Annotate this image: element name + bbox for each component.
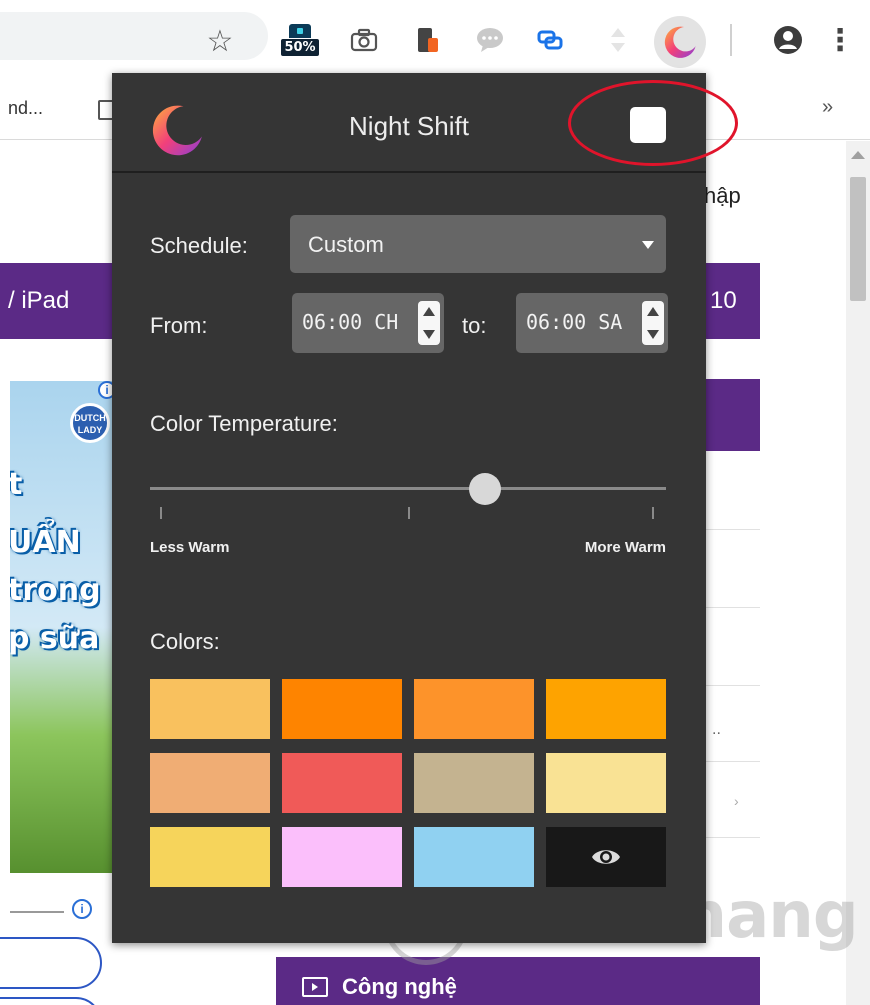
link-boxes-icon (537, 30, 563, 50)
color-swatch-grid (150, 679, 668, 887)
bookmarks-overflow-icon[interactable]: » (822, 96, 833, 119)
login-text[interactable]: hập (704, 183, 741, 209)
kebab-menu-icon: ⋮ (825, 22, 855, 58)
ad-text-line: UẨN (10, 525, 81, 560)
night-shift-popup: Night Shift Schedule: Custom From: 06:00… (112, 73, 706, 943)
night-shift-extension-button[interactable] (654, 16, 706, 68)
advertisement-banner[interactable]: i DUTCH LADY t UẨN trong p sữa (10, 381, 112, 873)
color-swatch[interactable] (150, 753, 270, 813)
category-banner-left-label: / iPad (8, 287, 70, 314)
disabled-extension-button[interactable] (598, 20, 638, 60)
outline-pill-button[interactable] (0, 937, 102, 989)
more-warm-label: More Warm (584, 539, 666, 556)
chat-bubble-icon (477, 28, 503, 52)
bookmark-star-icon[interactable]: ☆ (200, 22, 240, 62)
chat-extension-button[interactable] (470, 20, 510, 60)
truncated-text: .. (712, 721, 721, 738)
from-time-input[interactable]: 06:00 CH (292, 293, 444, 353)
eye-icon (592, 850, 620, 864)
highlight-annotation-ring (568, 80, 738, 166)
to-label: to: (462, 313, 487, 338)
spin-down-icon[interactable] (647, 330, 659, 339)
outline-pill-button[interactable] (0, 997, 102, 1005)
category-banner-right[interactable]: 10 (706, 263, 760, 339)
color-swatch[interactable] (414, 827, 534, 887)
account-icon (774, 26, 802, 54)
link-extension-button[interactable] (530, 20, 570, 60)
spin-down-icon[interactable] (423, 330, 435, 339)
arrows-icon (611, 28, 625, 52)
from-time-value: 06:00 CH (302, 310, 399, 334)
slider-tick (160, 507, 162, 519)
color-temperature-slider-thumb[interactable] (469, 473, 502, 505)
profile-button[interactable] (768, 20, 808, 60)
bookmark-item[interactable]: nd... (8, 98, 43, 119)
monitor-icon (302, 977, 328, 997)
section-header-right (706, 379, 760, 451)
technology-category-label: Công nghệ (342, 974, 457, 999)
color-swatch[interactable] (282, 753, 402, 813)
color-temperature-slider[interactable] (150, 487, 666, 490)
zoom-extension-button[interactable]: 50% (278, 20, 322, 60)
scroll-up-icon[interactable] (851, 151, 865, 159)
color-swatch[interactable] (282, 827, 402, 887)
list-divider (706, 761, 760, 762)
brand-logo: DUTCH LADY (70, 403, 110, 443)
list-divider (706, 685, 760, 686)
slider-tick (652, 507, 654, 519)
list-divider (706, 529, 760, 530)
chevron-right-icon[interactable]: › (734, 793, 739, 809)
category-banner-left[interactable]: / iPad (0, 263, 112, 339)
moon-icon (664, 26, 696, 58)
spin-up-icon[interactable] (423, 307, 435, 316)
color-swatch[interactable] (414, 679, 534, 739)
ad-text-line: p sữa (10, 621, 100, 656)
color-swatch[interactable] (150, 827, 270, 887)
to-time-value: 06:00 SA (526, 310, 623, 334)
toolbar-divider (730, 24, 732, 56)
scroll-thumb[interactable] (850, 177, 866, 301)
section-underline (10, 911, 64, 913)
to-time-input[interactable]: 06:00 SA (516, 293, 668, 353)
browser-toolbar: ☆ 50% ⋮ (0, 0, 870, 72)
schedule-select[interactable]: Custom (290, 215, 666, 273)
ad-text-line: trong (10, 573, 101, 608)
browser-menu-button[interactable]: ⋮ (822, 20, 858, 60)
color-temperature-label: Color Temperature: (150, 411, 338, 436)
orange-extension-button[interactable] (408, 20, 448, 60)
document-orange-icon (418, 28, 438, 52)
dropdown-arrow-icon (642, 241, 654, 249)
ad-info-icon[interactable]: i (98, 381, 112, 399)
camera-icon (350, 28, 378, 52)
category-banner-right-label: 10 (710, 287, 737, 314)
list-divider (706, 607, 760, 608)
slider-tick (408, 507, 410, 519)
color-swatch[interactable] (546, 679, 666, 739)
custom-color-swatch[interactable] (546, 827, 666, 887)
spin-up-icon[interactable] (647, 307, 659, 316)
schedule-selected-value: Custom (308, 232, 384, 257)
ad-text-line: t (10, 467, 23, 502)
color-swatch[interactable] (282, 679, 402, 739)
zoom-extension-icon (289, 24, 311, 38)
color-swatch[interactable] (414, 753, 534, 813)
to-time-spinner[interactable] (642, 301, 664, 345)
color-swatch[interactable] (546, 753, 666, 813)
colors-label: Colors: (150, 629, 220, 654)
info-icon[interactable]: i (72, 899, 92, 919)
schedule-label: Schedule: (150, 233, 248, 258)
color-swatch[interactable] (150, 679, 270, 739)
list-divider (706, 837, 760, 838)
less-warm-label: Less Warm (150, 539, 230, 556)
camera-extension-button[interactable] (344, 20, 384, 60)
from-time-spinner[interactable] (418, 301, 440, 345)
from-label: From: (150, 313, 208, 338)
zoom-badge: 50% (281, 39, 319, 56)
